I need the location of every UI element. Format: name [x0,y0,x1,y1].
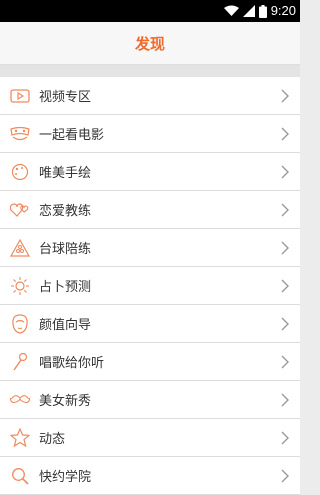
status-time: 9:20 [270,3,296,18]
chevron-right-icon [281,127,289,140]
menu-item-label: 一起看电影 [39,128,105,143]
hearts-icon [10,200,30,220]
menu-item-watch-movie[interactable]: 一起看电影 [0,115,300,153]
menu-item-label: 颜值向导 [39,318,92,333]
title-bar: 发现 [0,22,300,65]
video-icon [10,86,30,106]
palette-icon [10,162,30,182]
movie-mask-icon [10,124,30,144]
menu-item-hand-drawing[interactable]: 唯美手绘 [0,153,300,191]
menu-item-label: 唯美手绘 [39,166,92,181]
battery-icon [258,4,267,18]
menu-item-label: 占卜预测 [39,280,92,295]
discover-menu-list: 视频专区 一起看电影 唯美手绘 恋爱教练 台球陪练 占卜预测 颜值向导 唱歌给你… [0,77,300,495]
search-icon [10,466,30,486]
chevron-right-icon [281,89,289,102]
menu-item-label: 动态 [39,432,66,447]
menu-item-billiards[interactable]: 台球陪练 [0,229,300,267]
sun-icon [10,276,30,296]
chevron-right-icon [281,165,289,178]
menu-item-beauty-newcomers[interactable]: 美女新秀 [0,381,300,419]
menu-item-academy[interactable]: 快约学院 [0,457,300,495]
chevron-right-icon [281,279,289,292]
menu-item-label: 台球陪练 [39,242,92,257]
menu-item-love-coach[interactable]: 恋爱教练 [0,191,300,229]
wifi-icon [223,5,239,16]
menu-item-label: 美女新秀 [39,394,92,409]
menu-item-label: 视频专区 [39,90,92,105]
star-icon [10,428,30,448]
chevron-right-icon [281,355,289,368]
menu-item-video[interactable]: 视频专区 [0,77,300,115]
face-icon [10,313,30,334]
signal-icon [242,5,255,17]
section-gap [0,65,300,77]
menu-item-label: 恋爱教练 [39,204,92,219]
chevron-right-icon [281,203,289,216]
menu-item-label: 唱歌给你听 [39,356,105,371]
menu-item-divination[interactable]: 占卜预测 [0,267,300,305]
menu-item-looks-guide[interactable]: 颜值向导 [0,305,300,343]
microphone-icon [10,352,30,372]
billiards-icon [10,238,30,258]
menu-item-label: 快约学院 [39,470,92,485]
menu-item-sing-for-you[interactable]: 唱歌给你听 [0,343,300,381]
chevron-right-icon [281,241,289,254]
status-icons: 9:20 [223,3,296,19]
mustache-icon [10,390,30,410]
chevron-right-icon [281,431,289,444]
chevron-right-icon [281,317,289,330]
chevron-right-icon [281,393,289,406]
chevron-right-icon [281,469,289,482]
page-title: 发现 [134,34,165,53]
menu-item-moments[interactable]: 动态 [0,419,300,457]
status-bar: 9:20 [0,0,300,22]
